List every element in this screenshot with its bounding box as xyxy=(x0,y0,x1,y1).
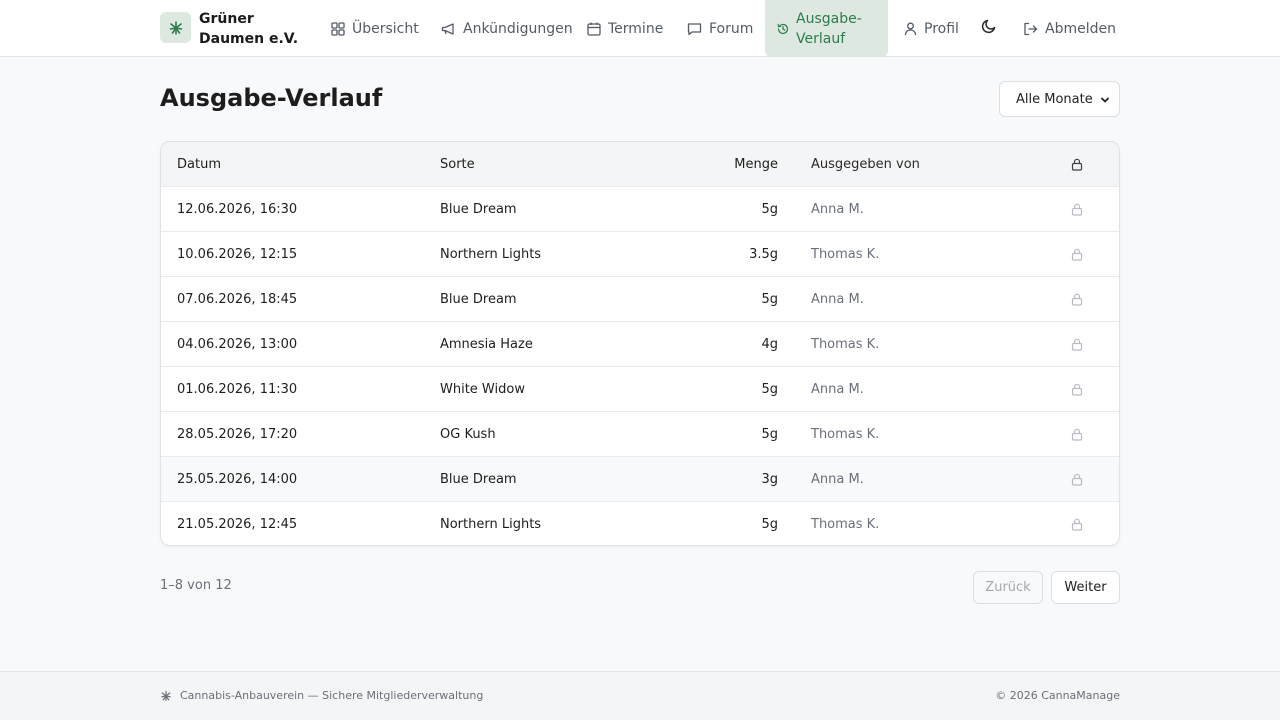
cell-ausgegeben-von: Anna M. xyxy=(811,381,864,397)
lock-icon xyxy=(1071,232,1083,276)
cell-datum: 04.06.2026, 13:00 xyxy=(177,336,298,352)
nav-label: Profil xyxy=(924,20,959,37)
cell-ausgegeben-von: Thomas K. xyxy=(811,336,880,352)
page-title: Ausgabe-Verlauf xyxy=(160,84,383,112)
column-header-datum: Datum xyxy=(177,156,221,172)
cell-ausgegeben-von: Anna M. xyxy=(811,471,864,487)
table-row[interactable]: 21.05.2026, 12:45 Northern Lights 5g Thomas… xyxy=(161,501,1119,545)
cannabis-leaf-icon xyxy=(160,12,191,43)
cell-sorte: Blue Dream xyxy=(440,291,517,307)
table-row[interactable]: 25.05.2026, 14:00 Blue Dream 3g Anna M. xyxy=(161,456,1119,501)
cell-menge: 5g xyxy=(761,201,778,217)
column-header-menge: Menge xyxy=(734,156,778,172)
footer-tagline-text: Cannabis-Anbauverein — Sichere Mitgliede… xyxy=(180,689,484,702)
nav-item-forum[interactable]: Forum xyxy=(687,0,753,57)
month-filter-value: Alle Monate xyxy=(1016,91,1093,107)
column-header-sorte: Sorte xyxy=(440,156,475,172)
cell-datum: 21.05.2026, 12:45 xyxy=(177,516,298,532)
nav-item-ankuendigungen[interactable]: Ankündigungen xyxy=(441,0,573,57)
brand[interactable]: Grüner Daumen e.V. xyxy=(160,9,319,49)
cell-datum: 25.05.2026, 14:00 xyxy=(177,471,298,487)
lock-icon xyxy=(1071,457,1083,501)
nav-item-ausgabe-verlauf[interactable]: Ausgabe-Verlauf xyxy=(765,0,888,57)
cell-menge: 3.5g xyxy=(749,246,778,262)
nav-label: Forum xyxy=(709,20,754,37)
nav-label: Abmelden xyxy=(1045,20,1116,37)
month-filter-select[interactable]: Alle Monate xyxy=(999,81,1120,117)
cell-ausgegeben-von: Thomas K. xyxy=(811,426,880,442)
table-body: 12.06.2026, 16:30 Blue Dream 5g Anna M. 10.0… xyxy=(161,186,1119,545)
cell-datum: 01.06.2026, 11:30 xyxy=(177,381,298,397)
cell-sorte: Blue Dream xyxy=(440,471,517,487)
cell-menge: 3g xyxy=(761,471,778,487)
lock-icon xyxy=(1071,142,1083,186)
cell-ausgegeben-von: Anna M. xyxy=(811,291,864,307)
dispense-history-table: Datum Sorte Menge Ausgegeben von 12.06.2… xyxy=(160,141,1120,546)
cannabis-leaf-icon xyxy=(161,690,171,701)
table-row[interactable]: 01.06.2026, 11:30 White Widow 5g Anna M. xyxy=(161,366,1119,411)
cell-sorte: Northern Lights xyxy=(440,516,542,532)
nav-label: Ausgabe-Verlauf xyxy=(796,10,862,47)
cell-menge: 5g xyxy=(761,291,778,307)
nav-label: Übersicht xyxy=(352,20,419,37)
nav-label: Termine xyxy=(608,20,664,37)
nav-item-uebersicht[interactable]: Übersicht xyxy=(331,0,419,57)
table-row[interactable]: 28.05.2026, 17:20 OG Kush 5g Thomas K. xyxy=(161,411,1119,456)
chat-bubble-icon xyxy=(687,22,702,35)
cell-menge: 5g xyxy=(761,426,778,442)
cell-datum: 28.05.2026, 17:20 xyxy=(177,426,298,442)
lock-icon xyxy=(1071,277,1083,321)
logout-icon xyxy=(1024,22,1038,35)
table-row[interactable]: 10.06.2026, 12:15 Northern Lights 3.5g Thom… xyxy=(161,231,1119,276)
theme-toggle[interactable] xyxy=(981,18,999,36)
lock-icon xyxy=(1071,187,1083,231)
table-row[interactable]: 12.06.2026, 16:30 Blue Dream 5g Anna M. xyxy=(161,186,1119,231)
calendar-icon xyxy=(587,22,601,36)
cell-ausgegeben-von: Anna M. xyxy=(811,201,864,217)
dashboard-icon xyxy=(331,21,345,36)
nav-item-profil[interactable]: Profil xyxy=(904,0,959,57)
cell-ausgegeben-von: Thomas K. xyxy=(811,246,880,262)
nav-label: Ankündigungen xyxy=(463,20,573,37)
footer: Cannabis-Anbauverein — Sichere Mitgliede… xyxy=(0,671,1280,720)
column-header-ausgegeben-von: Ausgegeben von xyxy=(811,156,920,172)
footer-copyright: © 2026 CannaManage xyxy=(995,689,1120,702)
cell-sorte: White Widow xyxy=(440,381,525,397)
next-page-button[interactable]: Weiter xyxy=(1051,571,1120,604)
cell-datum: 10.06.2026, 12:15 xyxy=(177,246,298,262)
table-row[interactable]: 07.06.2026, 18:45 Blue Dream 5g Anna M. xyxy=(161,276,1119,321)
top-navigation-bar: Grüner Daumen e.V. Übersicht Ankündigung… xyxy=(0,0,1280,57)
footer-tagline: Cannabis-Anbauverein — Sichere Mitgliede… xyxy=(160,689,483,702)
chevron-down-icon xyxy=(1101,97,1109,103)
lock-icon xyxy=(1071,367,1083,411)
cell-datum: 12.06.2026, 16:30 xyxy=(177,201,298,217)
cell-sorte: Amnesia Haze xyxy=(440,336,533,352)
lock-icon xyxy=(1071,502,1083,545)
table-row[interactable]: 04.06.2026, 13:00 Amnesia Haze 4g Thomas K. xyxy=(161,321,1119,366)
cell-menge: 5g xyxy=(761,516,778,532)
pagination-summary: 1–8 von 12 xyxy=(160,578,232,593)
cell-ausgegeben-von: Thomas K. xyxy=(811,516,880,532)
lock-icon xyxy=(1071,322,1083,366)
nav-item-termine[interactable]: Termine xyxy=(587,0,663,57)
cell-sorte: OG Kush xyxy=(440,426,496,442)
cell-menge: 5g xyxy=(761,381,778,397)
table-header: Datum Sorte Menge Ausgegeben von xyxy=(161,142,1119,186)
brand-name: Grüner Daumen e.V. xyxy=(199,11,299,47)
history-icon xyxy=(777,23,789,34)
lock-icon xyxy=(1071,412,1083,456)
cell-datum: 07.06.2026, 18:45 xyxy=(177,291,298,307)
cell-sorte: Blue Dream xyxy=(440,201,517,217)
user-icon xyxy=(904,22,917,35)
cell-menge: 4g xyxy=(761,336,778,352)
moon-icon xyxy=(981,19,996,34)
previous-page-button[interactable]: Zurück xyxy=(973,571,1043,604)
nav-item-abmelden[interactable]: Abmelden xyxy=(1023,0,1116,57)
cell-sorte: Northern Lights xyxy=(440,246,542,262)
megaphone-icon xyxy=(441,22,454,35)
